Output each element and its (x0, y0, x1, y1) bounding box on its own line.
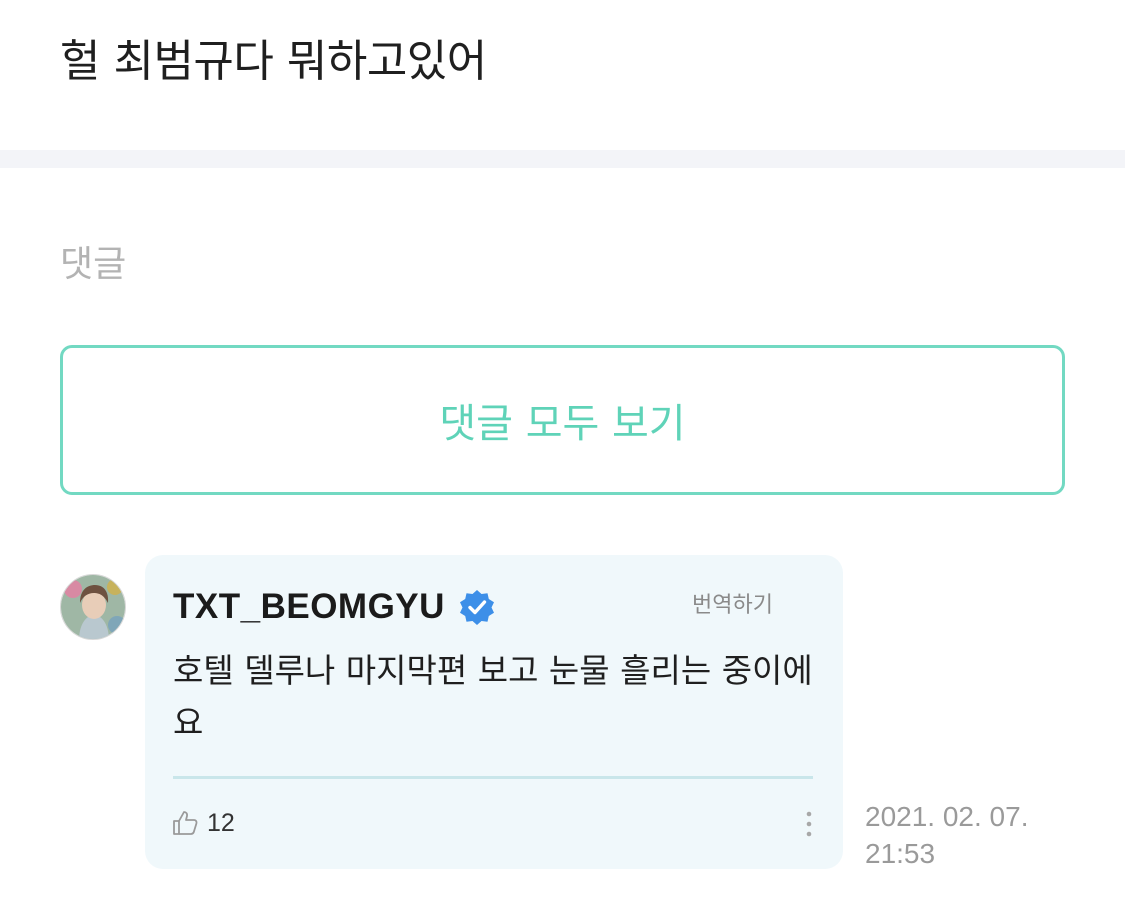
comment-author-name[interactable]: TXT_BEOMGYU (173, 587, 445, 627)
comment-time: 21:53 (865, 838, 936, 869)
more-vertical-icon[interactable] (802, 809, 816, 841)
like-count: 12 (207, 808, 235, 837)
verified-badge-icon (459, 589, 495, 625)
avatar-image (61, 575, 125, 639)
view-all-comments-button[interactable]: 댓글 모두 보기 (60, 345, 1065, 495)
translate-link[interactable]: 번역하기 (692, 587, 773, 619)
like-button[interactable]: 12 (171, 805, 235, 841)
post-text: 헐 최범규다 뭐하고있어 (60, 36, 487, 87)
comments-heading: 댓글 (60, 244, 127, 285)
avatar[interactable] (60, 574, 126, 640)
comment-author-row: TXT_BEOMGYU (173, 585, 495, 629)
comment-timestamp: 2021. 02. 07. 21:53 (865, 798, 1105, 872)
section-divider (0, 150, 1125, 168)
comment-card-divider (173, 776, 813, 779)
comment-body: 호텔 델루나 마지막편 보고 눈물 흘리는 중이에요 (173, 651, 813, 742)
comment-card: TXT_BEOMGYU 번역하기 호텔 델루나 마지막편 보고 눈물 흘리는 중… (145, 555, 843, 869)
comment-date: 2021. 02. 07. (865, 801, 1029, 832)
post-detail-page: 헐 최범규다 뭐하고있어 댓글 댓글 모두 보기 TXT_BEOMGYU 번역하… (0, 0, 1125, 902)
view-all-comments-label: 댓글 모두 보기 (439, 401, 686, 447)
thumbs-up-icon (171, 809, 199, 837)
